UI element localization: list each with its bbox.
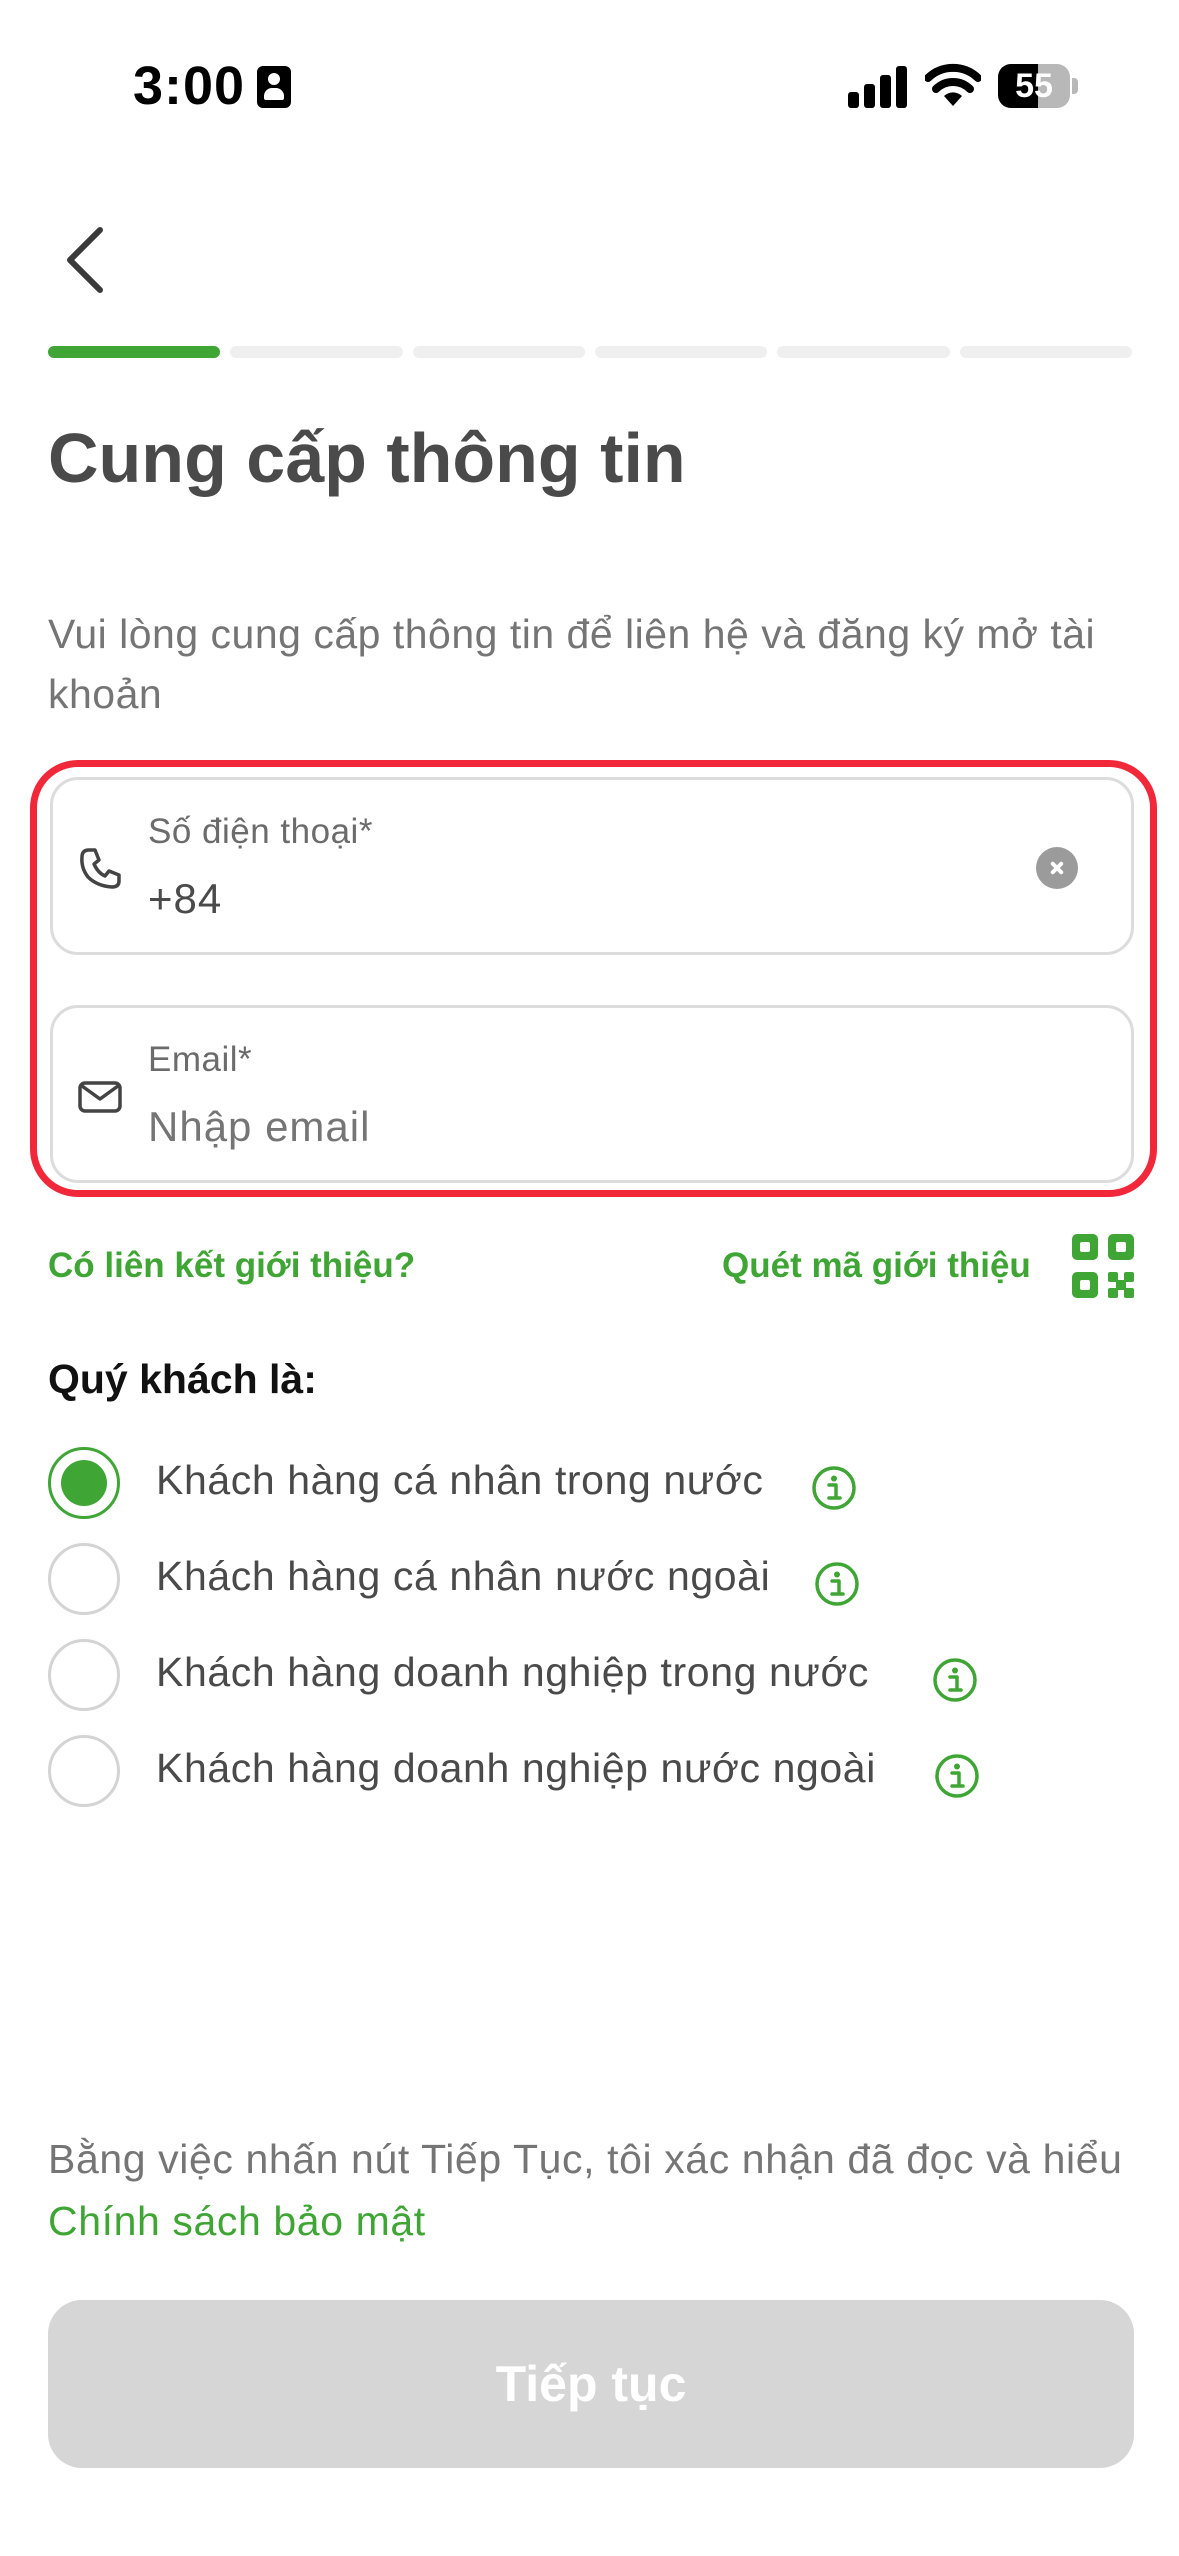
progress-segment: [595, 346, 768, 358]
radio-button[interactable]: [48, 1735, 120, 1807]
step-progress: [48, 346, 1132, 358]
phone-label: Số điện thoại*: [148, 812, 373, 851]
privacy-policy-link[interactable]: Chính sách bảo mật: [48, 2198, 426, 2244]
continue-button[interactable]: Tiếp tục: [48, 2300, 1134, 2468]
option-individual-foreign[interactable]: Khách hàng cá nhân nước ngoài: [48, 1543, 1148, 1617]
wifi-icon: [925, 63, 981, 106]
progress-segment: [412, 346, 585, 358]
battery-icon: 55: [998, 64, 1078, 108]
battery-level: 55: [1015, 67, 1053, 105]
status-time: 3:00: [133, 56, 246, 116]
customer-type-label: Quý khách là:: [48, 1356, 317, 1402]
consent-prefix: Bằng việc nhấn nút Tiếp Tục, tôi xác nhậ…: [48, 2136, 1123, 2182]
option-business-domestic[interactable]: Khách hàng doanh nghiệp trong nước: [48, 1639, 1148, 1713]
option-label: Khách hàng doanh nghiệp nước ngoài: [156, 1745, 876, 1791]
info-icon[interactable]: [934, 1753, 980, 1799]
mail-icon: [78, 1081, 122, 1113]
phone-field[interactable]: Số điện thoại*: [50, 777, 1134, 955]
progress-segment: [230, 346, 403, 358]
page-subtitle: Vui lòng cung cấp thông tin để liên hệ v…: [48, 611, 1096, 717]
register-screen: 3:00 55 Cung cấp thông tin Vui lòng cung…: [0, 0, 1179, 2556]
progress-segment: [777, 346, 950, 358]
consent-text: Bằng việc nhấn nút Tiếp Tục, tôi xác nhậ…: [48, 2128, 1138, 2252]
referral-link[interactable]: Có liên kết giới thiệu?: [48, 1246, 415, 1286]
phone-icon: [80, 848, 121, 889]
back-button[interactable]: [52, 220, 122, 300]
scan-referral-link[interactable]: Quét mã giới thiệu: [722, 1246, 1031, 1286]
radio-button[interactable]: [48, 1639, 120, 1711]
radio-button[interactable]: [48, 1447, 120, 1519]
info-icon[interactable]: [932, 1657, 978, 1703]
page-title: Cung cấp thông tin: [48, 419, 686, 497]
option-individual-domestic[interactable]: Khách hàng cá nhân trong nước: [48, 1447, 1148, 1521]
qr-code-icon[interactable]: [1070, 1232, 1136, 1300]
phone-input[interactable]: [148, 875, 1048, 923]
option-label: Khách hàng doanh nghiệp trong nước: [156, 1649, 870, 1695]
email-label: Email*: [148, 1040, 253, 1079]
radio-button[interactable]: [48, 1543, 120, 1615]
email-field[interactable]: Email*: [50, 1005, 1134, 1183]
progress-segment: [48, 346, 221, 358]
status-bar: 3:00 55: [0, 0, 1179, 170]
option-business-foreign[interactable]: Khách hàng doanh nghiệp nước ngoài: [48, 1735, 1148, 1809]
contact-badge-icon: [257, 66, 291, 108]
cellular-signal-icon: [848, 66, 908, 108]
option-label: Khách hàng cá nhân nước ngoài: [156, 1553, 771, 1599]
progress-segment: [959, 346, 1132, 358]
option-label: Khách hàng cá nhân trong nước: [156, 1457, 764, 1503]
info-icon[interactable]: [814, 1561, 860, 1607]
clear-phone-button[interactable]: [1036, 847, 1078, 889]
email-input[interactable]: [148, 1103, 1048, 1151]
info-icon[interactable]: [811, 1465, 857, 1511]
